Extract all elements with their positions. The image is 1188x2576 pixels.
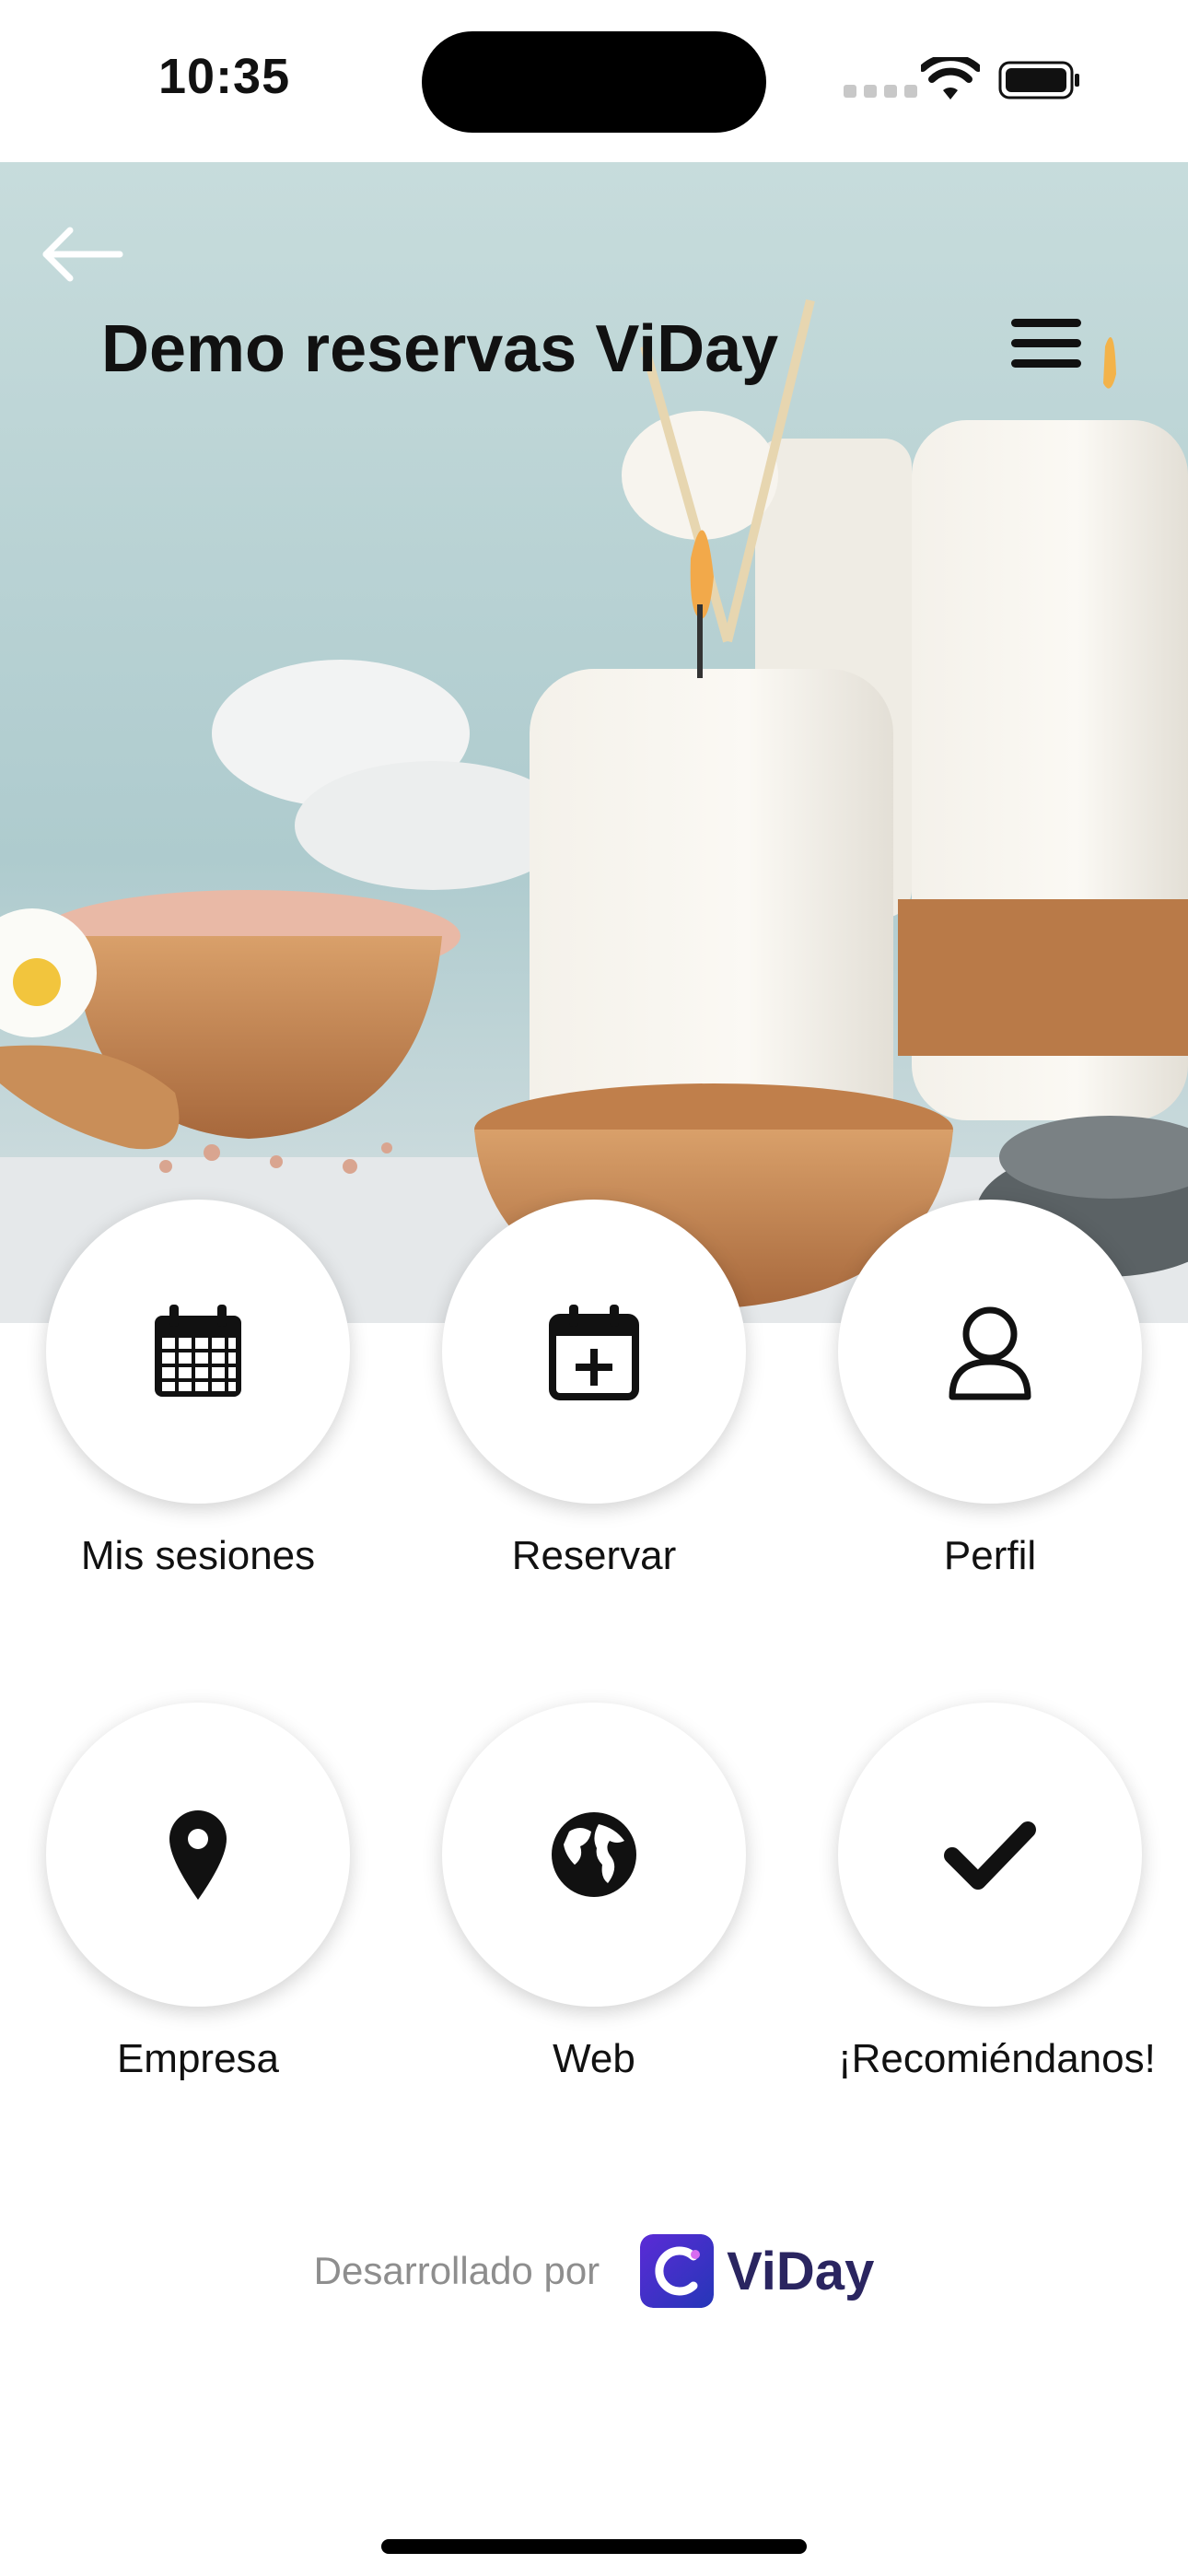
page-title: Demo reservas ViDay — [101, 312, 779, 386]
viday-brand-link[interactable]: ViDay — [640, 2234, 874, 2308]
dynamic-island — [422, 31, 766, 133]
wifi-icon — [921, 57, 980, 100]
tile-circle[interactable] — [838, 1703, 1142, 2007]
tile-label: Reservar — [511, 1533, 677, 1578]
viday-logo-icon — [640, 2234, 715, 2308]
tile-label: Web — [553, 2036, 635, 2081]
brand-name: ViDay — [727, 2241, 875, 2301]
tile-perfil[interactable]: Perfil — [838, 1200, 1142, 1579]
tile-reservar[interactable]: Reservar — [442, 1200, 746, 1579]
cellular-signal-icon — [844, 85, 917, 98]
status-time: 10:35 — [158, 49, 291, 104]
map-pin-icon — [169, 1810, 227, 1900]
tile-circle[interactable] — [838, 1200, 1142, 1504]
hero-banner: Demo reservas ViDay — [0, 162, 1188, 1323]
globe-icon — [552, 1812, 636, 1897]
tile-circle[interactable] — [46, 1200, 350, 1504]
back-arrow-icon[interactable] — [35, 217, 127, 291]
user-icon — [949, 1306, 1031, 1400]
developed-by-text: Desarrollado por — [313, 2249, 600, 2292]
tile-recomiendanos[interactable]: ¡Recomiéndanos! — [838, 1703, 1156, 2082]
footer-credit: Desarrollado por ViDay — [0, 2230, 1188, 2313]
home-indicator[interactable] — [381, 2539, 807, 2554]
tile-label: Mis sesiones — [80, 1533, 316, 1578]
tile-circle[interactable] — [442, 1703, 746, 2007]
hamburger-menu-icon[interactable] — [1011, 319, 1090, 380]
tile-label: ¡Recomiéndanos! — [838, 2036, 1156, 2081]
calendar-plus-icon — [549, 1305, 639, 1400]
tile-web[interactable]: Web — [442, 1703, 746, 2082]
calendar-grid-icon — [155, 1305, 241, 1397]
status-bar: 10:35 — [0, 0, 1188, 162]
tile-label: Empresa — [116, 2036, 280, 2081]
tile-mis-sesiones[interactable]: Mis sesiones — [46, 1200, 350, 1579]
check-icon — [944, 1821, 1036, 1890]
battery-icon — [998, 61, 1079, 100]
tile-circle[interactable] — [46, 1703, 350, 2007]
tile-empresa[interactable]: Empresa — [46, 1703, 350, 2082]
tile-label: Perfil — [943, 1533, 1037, 1578]
tile-circle[interactable] — [442, 1200, 746, 1504]
